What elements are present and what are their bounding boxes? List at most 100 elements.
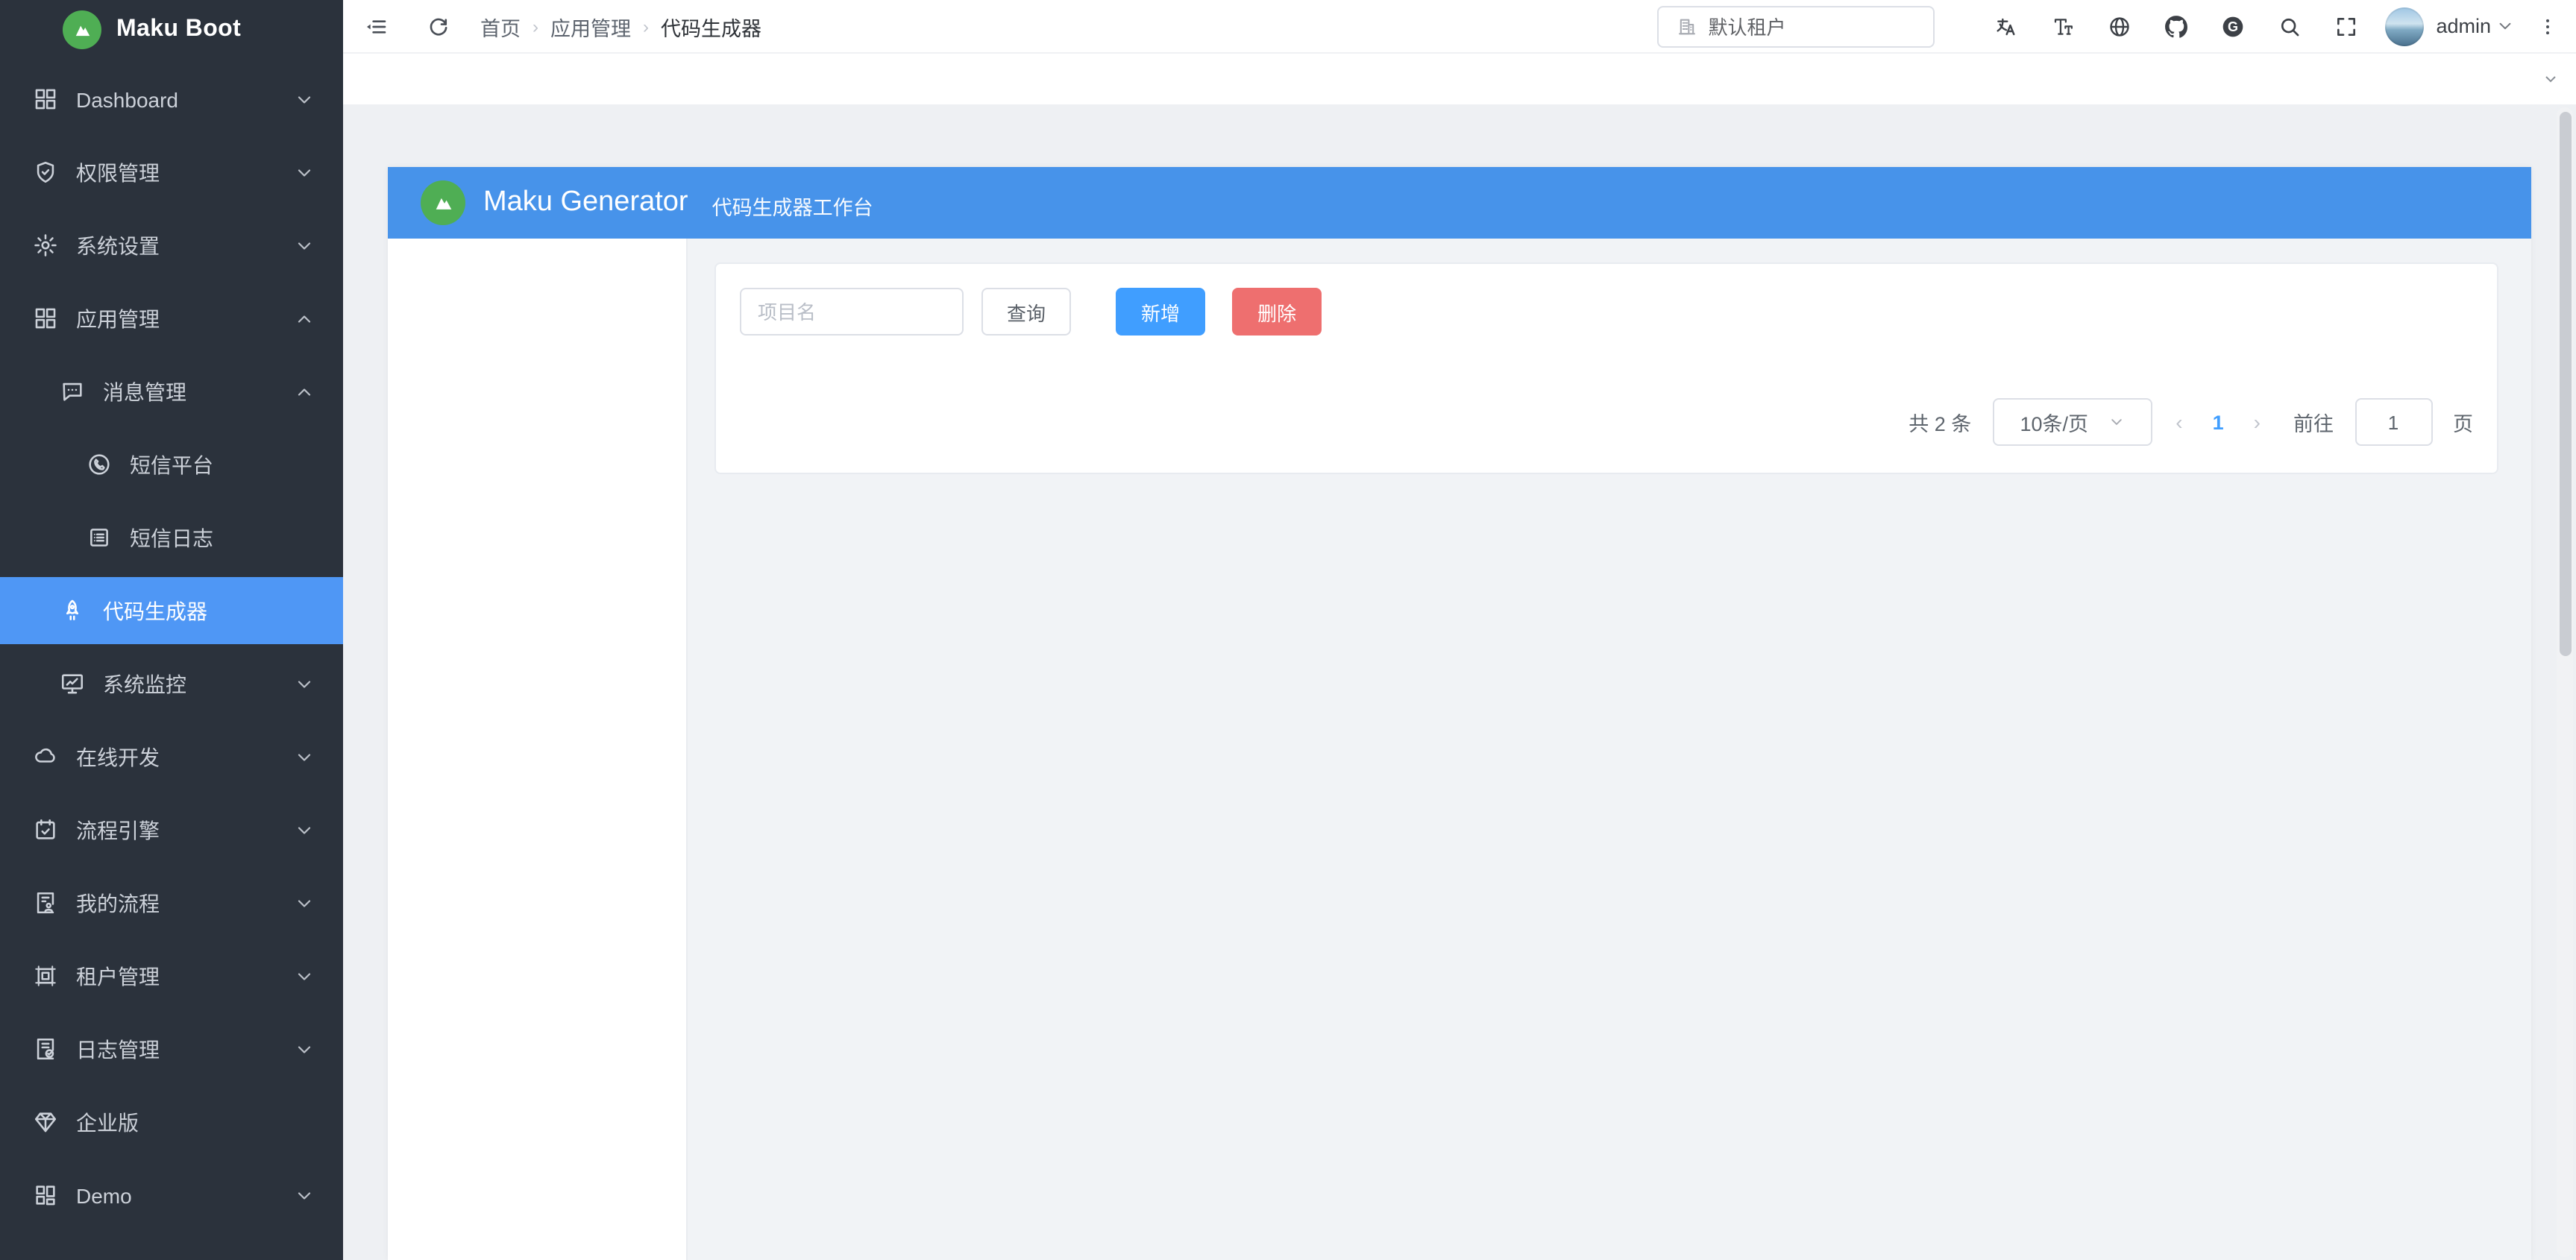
sidebar-item-权限管理[interactable]: 权限管理 bbox=[0, 139, 343, 206]
chevron-down-icon bbox=[295, 675, 313, 693]
sidebar-item-租户管理[interactable]: 租户管理 bbox=[0, 942, 343, 1009]
sidebar-item-短信日志[interactable]: 短信日志 bbox=[0, 504, 343, 571]
github-icon bbox=[2164, 14, 2188, 38]
project-card: 查询 新增 删除 共 2 条 10条/页 bbox=[714, 262, 2498, 474]
sidebar-item-企业版[interactable]: 企业版 bbox=[0, 1089, 343, 1156]
sidebar-item-消息管理[interactable]: 消息管理 bbox=[0, 358, 343, 425]
app-title: Maku Boot bbox=[116, 16, 241, 43]
sidebar-item-系统监控[interactable]: 系统监控 bbox=[0, 650, 343, 717]
gitee-icon: G bbox=[2221, 14, 2245, 38]
sidebar-item-label: 租户管理 bbox=[76, 961, 295, 991]
generator-content: 查询 新增 删除 共 2 条 10条/页 bbox=[688, 239, 2531, 1260]
avatar[interactable] bbox=[2385, 7, 2424, 45]
breadcrumb-separator-icon: › bbox=[533, 16, 538, 37]
generator-menu bbox=[388, 239, 688, 1260]
chevron-down-icon bbox=[295, 821, 313, 839]
demogrid-icon bbox=[33, 1182, 58, 1208]
sidebar-item-Dashboard[interactable]: Dashboard bbox=[0, 66, 343, 133]
generator-title: Maku Generator bbox=[483, 186, 688, 219]
sidebar-item-label: Demo bbox=[76, 1183, 295, 1207]
tenant-value: 默认租户 bbox=[1708, 12, 1785, 40]
generator-app: Maku Generator 代码生成器工作台 查询 新增 删除 bbox=[388, 167, 2531, 1260]
sidebar-item-label: 短信平台 bbox=[130, 450, 343, 479]
prev-page-button[interactable]: ‹ bbox=[2173, 410, 2185, 434]
chevron-down-icon bbox=[295, 90, 313, 108]
rocket-icon bbox=[60, 598, 85, 623]
search-icon bbox=[2278, 14, 2302, 38]
font-size-icon bbox=[2051, 14, 2075, 38]
sidebar-menu: Dashboard 权限管理系统设置应用管理消息管理短信平台短信日志代码生成器系统… bbox=[0, 60, 343, 1229]
main-sidebar: Maku Boot Dashboard 权限管理系统设置应用管理消息管理短信平台短… bbox=[0, 0, 343, 1260]
toolbar: 查询 新增 删除 bbox=[740, 288, 2473, 336]
chevron-down-icon bbox=[295, 748, 313, 766]
chevron-down-icon bbox=[295, 894, 313, 912]
chevron-down-icon bbox=[295, 1186, 313, 1204]
sidebar-item-label: 权限管理 bbox=[76, 157, 295, 187]
page-scrollbar[interactable] bbox=[2557, 107, 2573, 1257]
breadcrumb-item[interactable]: 应用管理 bbox=[550, 11, 631, 41]
sidebar-item-label: 我的流程 bbox=[76, 888, 295, 918]
chevron-up-icon bbox=[295, 382, 313, 400]
user-caret-down-icon[interactable] bbox=[2497, 18, 2513, 34]
sidebar-item-label: 企业版 bbox=[76, 1107, 343, 1137]
frame-icon bbox=[33, 963, 58, 989]
sidebar-item-label: 日志管理 bbox=[76, 1034, 295, 1064]
monitor-icon bbox=[60, 671, 85, 696]
page-size-select[interactable]: 10条/页 bbox=[1992, 398, 2152, 446]
sidebar-item-Demo[interactable]: Demo bbox=[0, 1162, 343, 1229]
delete-button[interactable]: 删除 bbox=[1232, 288, 1322, 336]
sidebar-item-短信平台[interactable]: 短信平台 bbox=[0, 431, 343, 498]
chevron-down-icon bbox=[295, 1040, 313, 1058]
chevron-up-icon bbox=[295, 309, 313, 327]
appgrid-icon bbox=[33, 306, 58, 331]
generator-body: 查询 新增 删除 共 2 条 10条/页 bbox=[388, 239, 2531, 1260]
page-1-button[interactable]: 1 bbox=[2207, 411, 2230, 433]
sidebar-item-日志管理[interactable]: 日志管理 bbox=[0, 1015, 343, 1083]
app-root: Maku Boot Dashboard权限管理系统设置应用管理消息管理短信平台短… bbox=[0, 0, 2576, 1260]
tabbar bbox=[343, 54, 2576, 106]
generator-header: Maku Generator 代码生成器工作台 bbox=[388, 167, 2531, 239]
query-button[interactable]: 查询 bbox=[981, 288, 1071, 336]
tabs-dropdown-icon[interactable] bbox=[2525, 54, 2576, 104]
sidebar-item-应用管理[interactable]: 应用管理 bbox=[0, 285, 343, 352]
breadcrumb-item[interactable]: 首页 bbox=[480, 11, 521, 41]
svg-text:G: G bbox=[2228, 19, 2238, 34]
chevron-down-icon bbox=[295, 236, 313, 254]
refresh-icon[interactable] bbox=[427, 14, 450, 38]
sidebar-item-代码生成器[interactable]: 代码生成器 bbox=[0, 577, 343, 644]
total-count: 共 2 条 bbox=[1909, 407, 1971, 437]
sidebar-collapse-icon[interactable] bbox=[364, 14, 388, 38]
breadcrumb: 首页›应用管理›代码生成器 bbox=[480, 11, 761, 41]
sidebar-item-系统设置[interactable]: 系统设置 bbox=[0, 212, 343, 279]
doccheck-icon bbox=[33, 1036, 58, 1062]
tenant-select[interactable]: 默认租户 bbox=[1657, 5, 1935, 47]
generator-logo-icon bbox=[421, 180, 465, 225]
calcheck-icon bbox=[33, 817, 58, 842]
building-icon bbox=[1677, 16, 1697, 37]
project-name-input[interactable] bbox=[740, 288, 964, 336]
chat-icon bbox=[60, 379, 85, 404]
sidebar-item-在线开发[interactable]: 在线开发 bbox=[0, 723, 343, 790]
translate-icon bbox=[1994, 14, 2018, 38]
grid-icon bbox=[33, 86, 58, 112]
more-menu-icon[interactable] bbox=[2537, 14, 2558, 38]
sidebar-item-label: 短信日志 bbox=[130, 523, 343, 552]
add-button[interactable]: 新增 bbox=[1116, 288, 1205, 336]
sidebar-item-label: 系统设置 bbox=[76, 230, 295, 260]
user-name[interactable]: admin bbox=[2436, 15, 2491, 37]
phone-icon bbox=[87, 452, 112, 477]
sidebar-item-label: 在线开发 bbox=[76, 742, 295, 772]
goto-page-input[interactable] bbox=[2354, 398, 2432, 446]
scrollbar-thumb[interactable] bbox=[2559, 112, 2571, 656]
screenshot-stage: Maku Boot Dashboard权限管理系统设置应用管理消息管理短信平台短… bbox=[0, 0, 2576, 1260]
next-page-button[interactable]: › bbox=[2251, 410, 2264, 434]
gem-icon bbox=[33, 1109, 58, 1135]
sidebar-item-我的流程[interactable]: 我的流程 bbox=[0, 869, 343, 936]
maku-logo-icon bbox=[63, 10, 101, 49]
docuser-icon bbox=[33, 890, 58, 916]
sidebar-item-label: 代码生成器 bbox=[103, 596, 343, 626]
sidebar-item-label: 流程引擎 bbox=[76, 815, 295, 845]
chevron-down-icon bbox=[2109, 415, 2124, 429]
breadcrumb-item: 代码生成器 bbox=[661, 11, 761, 41]
sidebar-item-流程引擎[interactable]: 流程引擎 bbox=[0, 796, 343, 863]
